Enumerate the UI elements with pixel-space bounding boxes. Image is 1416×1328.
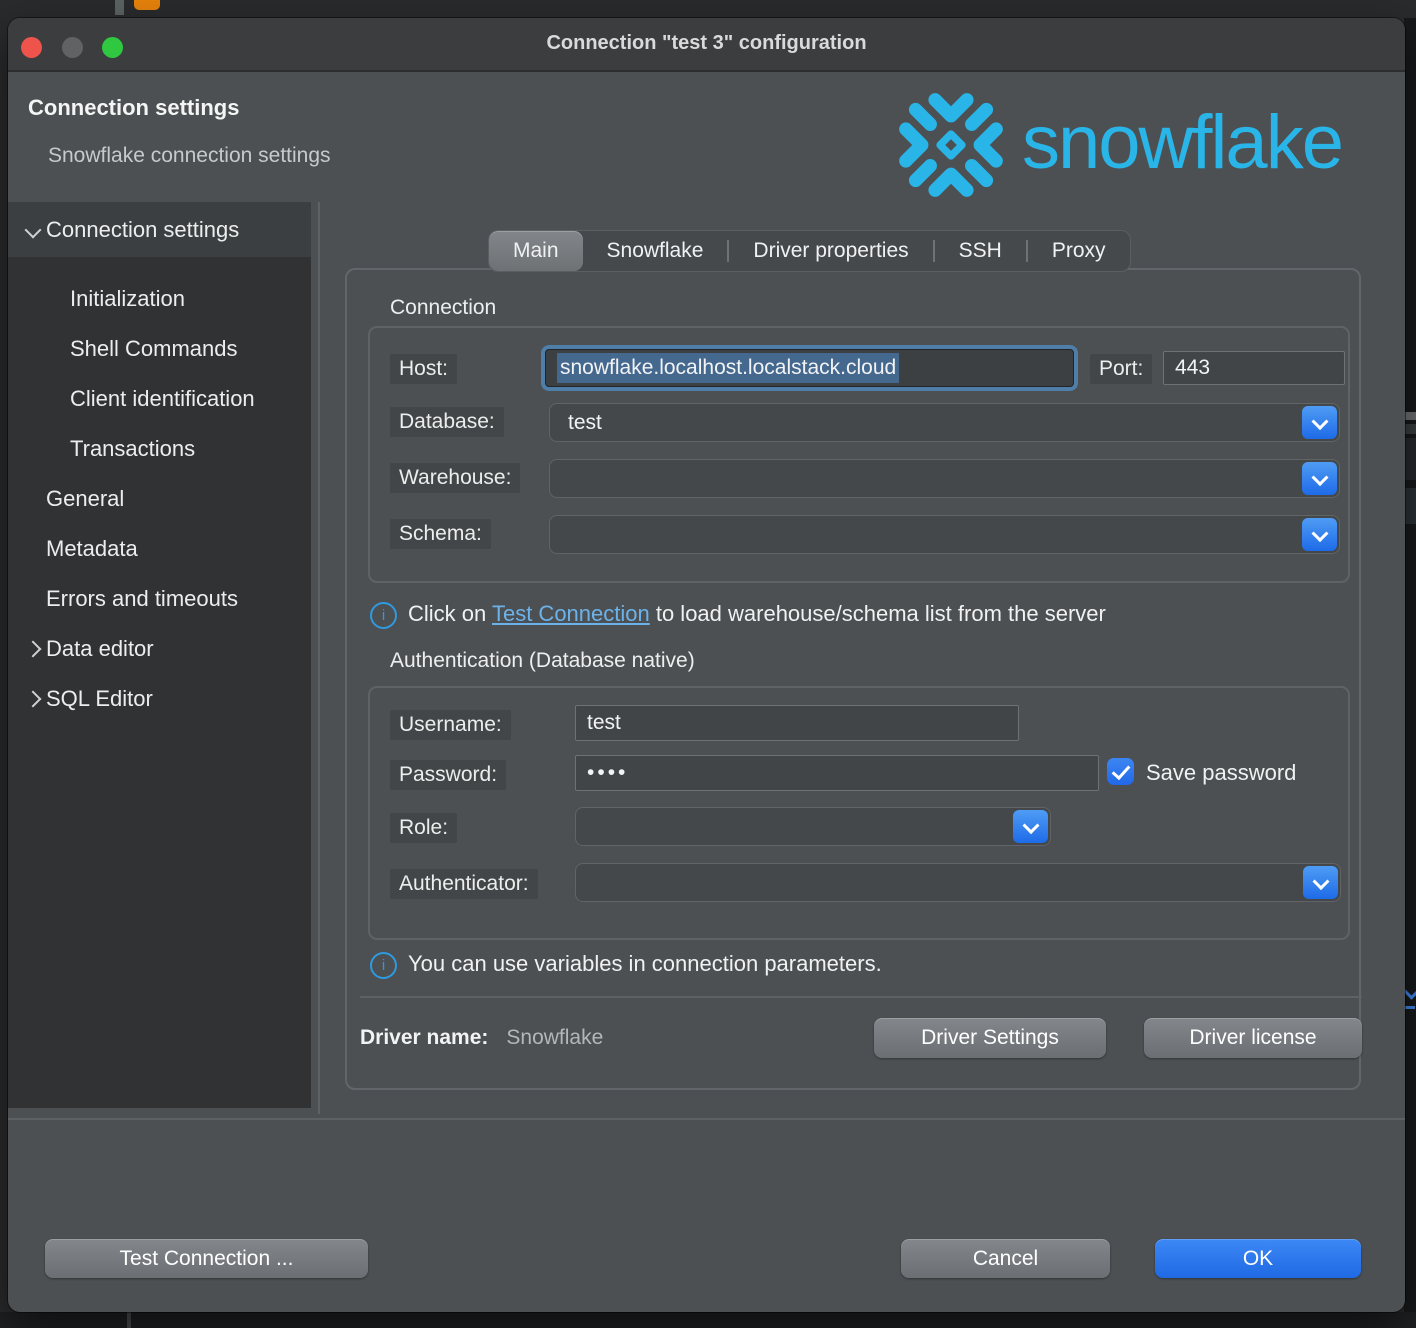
chevron-down-icon [1311,525,1328,542]
schema-dropdown-button[interactable] [1302,518,1337,551]
driver-row: Driver name: Snowflake Driver Settings D… [360,1018,1362,1058]
background-band [1404,412,1416,420]
background-divider [127,1312,131,1328]
chevron-down-icon [1022,817,1039,834]
variables-hint: You can use variables in connection para… [408,951,882,977]
background-chevron-bar [1404,1006,1415,1009]
sidebar-item-client-identification[interactable]: Client identification [8,374,311,424]
port-value: 443 [1175,356,1210,380]
tab-main[interactable]: Main [489,231,583,271]
save-password-label[interactable]: Save password [1146,760,1296,786]
database-dropdown-button[interactable] [1302,406,1337,439]
schema-select[interactable] [549,515,1340,554]
window-title: Connection "test 3" configuration [8,18,1405,68]
tab-bar: Main Snowflake Driver properties SSH Pro… [488,230,1131,272]
test-connection-link[interactable]: Test Connection [492,601,650,626]
auth-group-title: Authentication (Database native) [390,649,695,673]
test-connection-button[interactable]: Test Connection ... [45,1239,368,1278]
snowflake-mark-icon [890,84,1012,206]
driver-name-label: Driver name: [360,1026,488,1050]
sidebar-item-transactions[interactable]: Transactions [8,424,311,474]
page-title: Connection settings [28,95,239,121]
password-value: •••• [587,761,628,785]
database-label: Database: [390,407,504,437]
save-password-checkbox[interactable] [1107,758,1134,785]
host-input[interactable]: snowflake.localhost.localstack.cloud [545,349,1074,387]
driver-license-button[interactable]: Driver license [1144,1018,1362,1058]
connection-dialog: Connection "test 3" configuration Connec… [8,18,1405,1312]
host-label: Host: [390,354,457,384]
tab-proxy[interactable]: Proxy [1028,231,1130,271]
background-app-top [0,0,1416,18]
password-input[interactable]: •••• [575,755,1099,791]
background-band [1404,438,1416,480]
chevron-down-icon [25,221,42,238]
snowflake-logo: snowflake [890,70,1405,220]
chevron-down-icon [1311,413,1328,430]
authenticator-dropdown-button[interactable] [1303,866,1338,899]
chevron-down-icon [1311,469,1328,486]
username-value: test [587,711,621,735]
sidebar-item-initialization[interactable]: Initialization [8,274,311,324]
driver-settings-button[interactable]: Driver Settings [874,1018,1106,1058]
host-value: snowflake.localhost.localstack.cloud [557,353,899,383]
sidebar-item-general[interactable]: General [8,474,311,524]
snowflake-wordmark: snowflake [1022,99,1342,186]
background-app-bottom [0,1312,1416,1328]
driver-name-value: Snowflake [506,1026,603,1050]
sidebar-item-data-editor[interactable]: Data editor [8,624,311,674]
divider [360,996,1362,998]
page-subtitle: Snowflake connection settings [48,144,331,168]
background-divider [115,0,124,15]
info-icon: i [370,602,397,629]
background-band [1404,488,1416,524]
schema-label: Schema: [390,519,491,549]
role-label: Role: [390,813,457,843]
sidebar-item-sql-editor[interactable]: SQL Editor [8,674,311,724]
port-input[interactable]: 443 [1163,351,1345,385]
info-icon: i [370,952,397,979]
sidebar-item-metadata[interactable]: Metadata [8,524,311,574]
tab-driver-properties[interactable]: Driver properties [729,231,932,271]
titlebar[interactable]: Connection "test 3" configuration [8,18,1405,72]
sidebar-item-shell-commands[interactable]: Shell Commands [8,324,311,374]
chevron-right-icon [25,691,42,708]
sidebar-item-connection-settings[interactable]: Connection settings [8,202,311,257]
username-label: Username: [390,710,511,740]
tab-ssh[interactable]: SSH [935,231,1026,271]
username-input[interactable]: test [575,705,1019,741]
chevron-down-icon [1312,873,1329,890]
warehouse-label: Warehouse: [390,463,520,493]
background-app-right [1404,18,1416,1312]
background-band [1404,424,1416,434]
port-label: Port: [1090,354,1152,384]
role-select[interactable] [575,807,1051,846]
splitter[interactable] [318,202,320,1114]
authenticator-select[interactable] [575,863,1341,902]
database-value: test [568,411,602,435]
ok-button[interactable]: OK [1155,1239,1361,1278]
authenticator-label: Authenticator: [390,869,538,899]
chevron-right-icon [25,641,42,658]
warehouse-select[interactable] [549,459,1340,498]
test-connection-hint: Click on Test Connection to load warehou… [408,601,1106,627]
settings-tree: Connection settings Initialization Shell… [8,202,311,1108]
warehouse-dropdown-button[interactable] [1302,462,1337,495]
database-select[interactable]: test [549,403,1340,442]
tab-snowflake[interactable]: Snowflake [583,231,728,271]
screen: Connection "test 3" configuration Connec… [0,0,1416,1328]
sidebar-item-errors-and-timeouts[interactable]: Errors and timeouts [8,574,311,624]
check-icon [1111,760,1130,779]
connection-group-title: Connection [390,296,496,320]
cancel-button[interactable]: Cancel [901,1239,1110,1278]
background-app-icon [134,0,160,10]
footer-divider [8,1118,1405,1120]
role-dropdown-button[interactable] [1013,810,1048,843]
password-label: Password: [390,760,506,790]
